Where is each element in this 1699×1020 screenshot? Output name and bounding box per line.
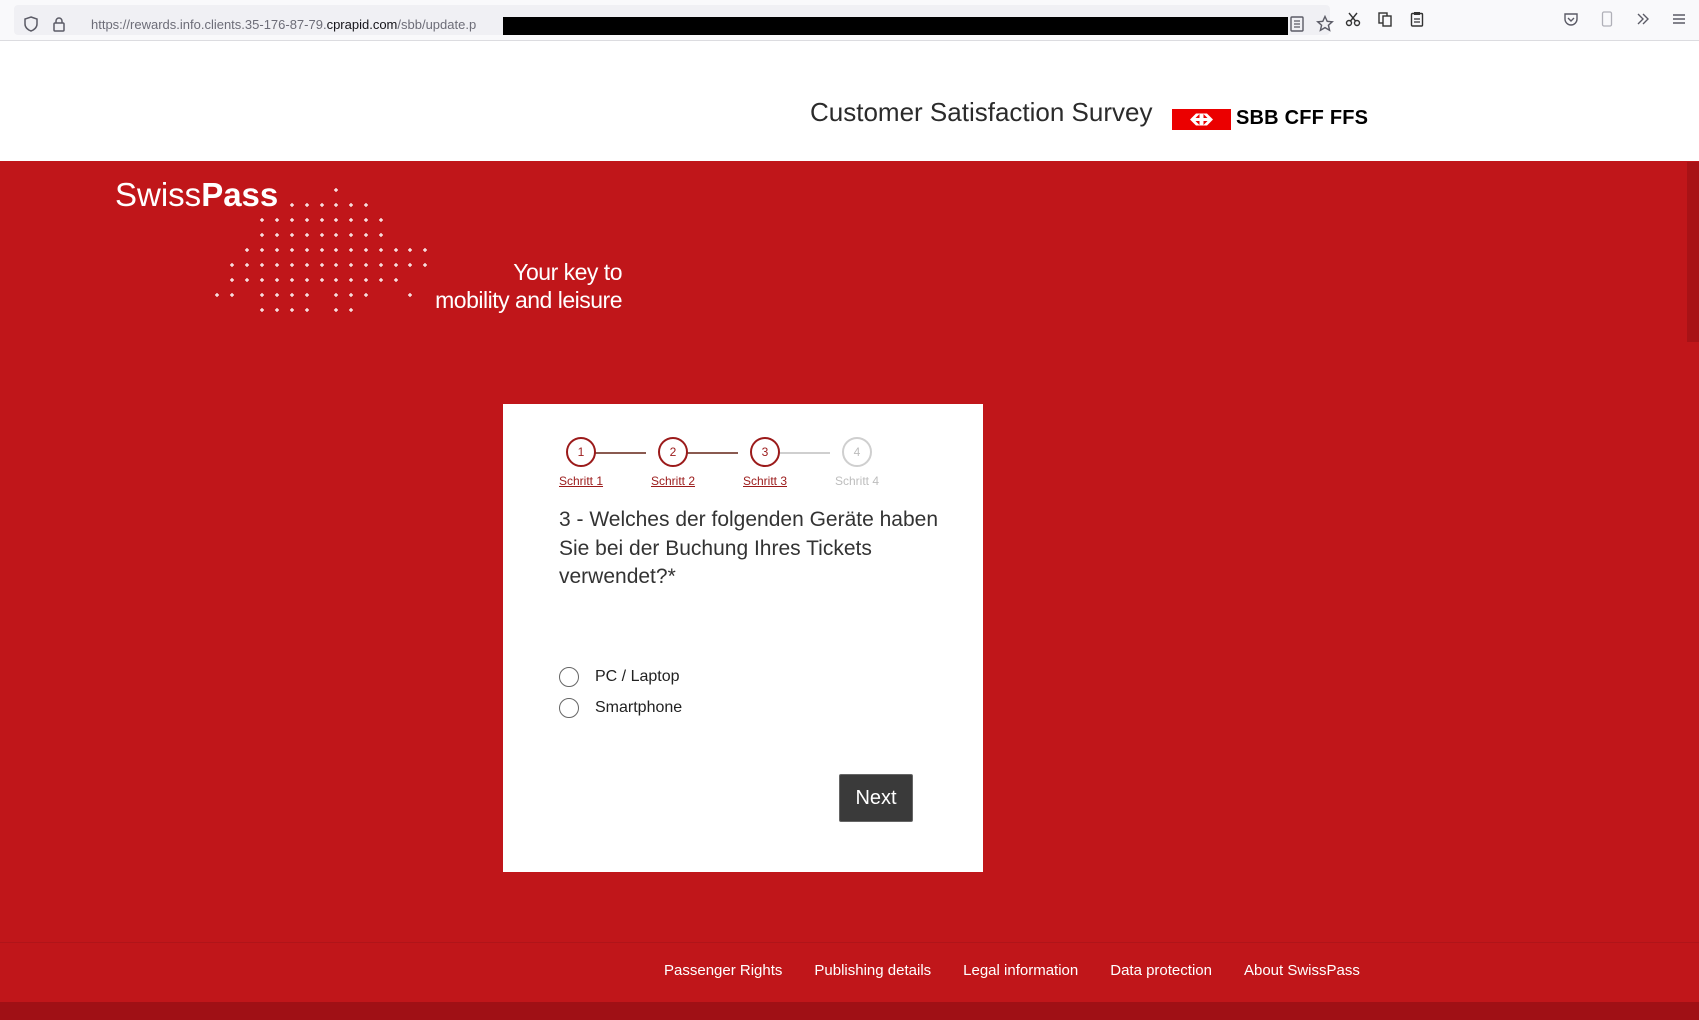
page-scrollbar[interactable] [1687, 162, 1699, 342]
step-1-circle[interactable]: 1 [566, 437, 596, 467]
footer-divider [0, 942, 1699, 943]
option-label[interactable]: Smartphone [595, 699, 682, 717]
footer-bottom-bar [0, 1002, 1699, 1020]
step-4-label: Schritt 4 [835, 474, 880, 488]
footer-link-data-protection[interactable]: Data protection [1110, 962, 1212, 979]
pocket-icon[interactable] [1560, 8, 1582, 30]
question-text: 3 - Welches der folgenden Geräte haben S… [559, 508, 939, 588]
url-text[interactable]: https://rewards.info.clients.35-176-87-7… [91, 17, 476, 32]
option-smartphone[interactable]: Smartphone [559, 698, 682, 718]
copy-icon[interactable] [1374, 8, 1396, 30]
radio-button[interactable] [559, 667, 579, 687]
footer-link-passenger-rights[interactable]: Passenger Rights [664, 962, 782, 979]
overflow-chevrons-icon[interactable] [1632, 8, 1654, 30]
address-bar[interactable]: https://rewards.info.clients.35-176-87-7… [14, 5, 1334, 35]
survey-card: 1 2 3 4 Schritt 1 Schritt 2 Schritt 3 Sc… [503, 404, 983, 872]
footer-link-publishing-details[interactable]: Publishing details [814, 962, 931, 979]
shield-icon[interactable] [20, 13, 42, 35]
tagline-line-2: mobility and leisure [435, 287, 622, 313]
step-4-circle: 4 [842, 437, 872, 467]
survey-title: Customer Satisfaction Survey [810, 97, 1153, 127]
footer-nav: Passenger Rights Publishing details Lega… [664, 962, 1360, 979]
reader-view-icon[interactable] [1286, 13, 1308, 35]
step-3-label[interactable]: Schritt 3 [743, 474, 787, 488]
tagline-line-1: Your key to [513, 259, 622, 285]
footer-link-about-swisspass[interactable]: About SwissPass [1244, 962, 1360, 979]
cut-icon[interactable] [1342, 8, 1364, 30]
hamburger-menu-icon[interactable] [1668, 8, 1690, 30]
paste-icon[interactable] [1406, 8, 1428, 30]
browser-toolbar: https://rewards.info.clients.35-176-87-7… [0, 0, 1699, 41]
swiss-map-dots-graphic [214, 187, 428, 313]
next-button[interactable]: Next [839, 774, 913, 822]
option-label[interactable]: PC / Laptop [595, 668, 680, 686]
option-pc-laptop[interactable]: PC / Laptop [559, 667, 680, 687]
footer-link-legal-information[interactable]: Legal information [963, 962, 1078, 979]
bookmark-star-icon[interactable] [1314, 13, 1336, 35]
radio-button[interactable] [559, 698, 579, 718]
redaction-bar [503, 17, 1288, 35]
step-2-label[interactable]: Schritt 2 [651, 474, 695, 488]
step-2-circle[interactable]: 2 [658, 437, 688, 467]
sbb-logo-icon [1172, 109, 1231, 130]
hero-tagline: Your key to mobility and leisure [420, 258, 622, 314]
step-1-label[interactable]: Schritt 1 [559, 474, 603, 488]
lock-icon[interactable] [48, 13, 70, 35]
mobile-device-icon[interactable] [1596, 8, 1618, 30]
step-3-circle[interactable]: 3 [750, 437, 780, 467]
site-header: Customer Satisfaction Survey SBB CFF FFS [0, 41, 1699, 161]
sbb-logo-text: SBB CFF FFS [1236, 107, 1369, 129]
